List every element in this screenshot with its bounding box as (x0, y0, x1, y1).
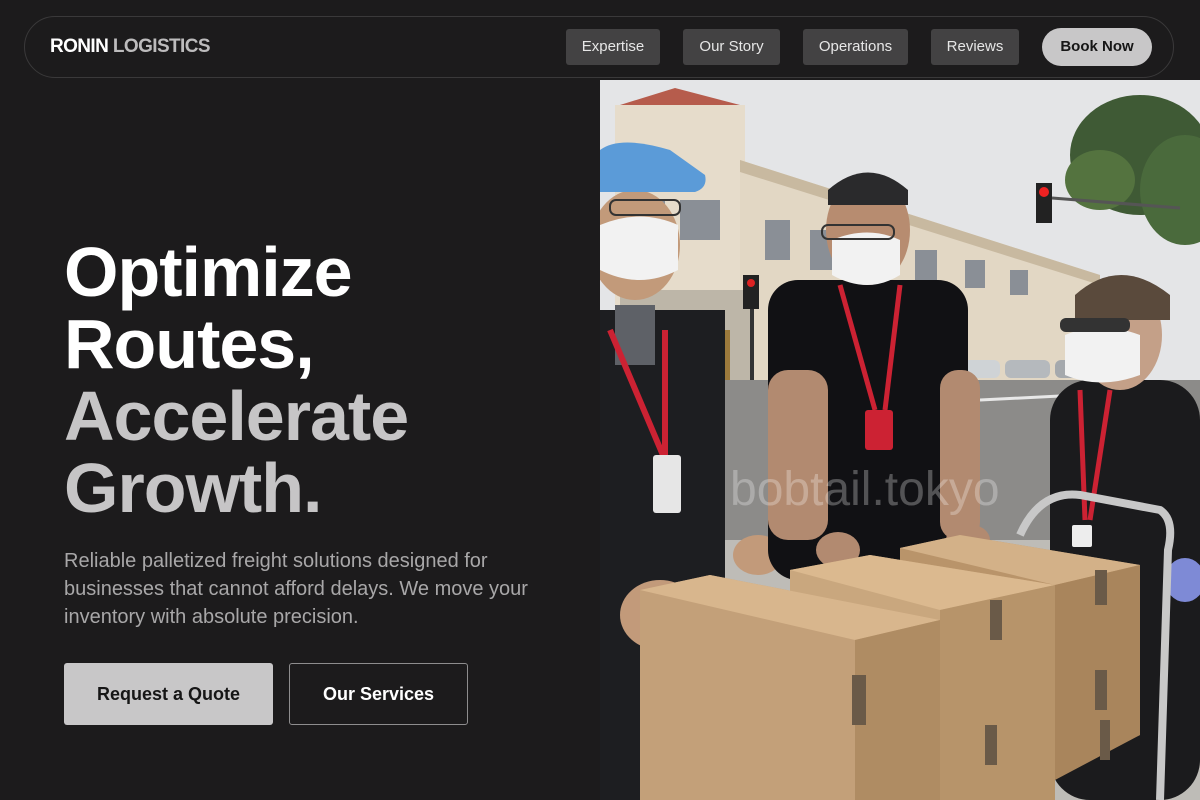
nav-item-our-story[interactable]: Our Story (683, 29, 780, 65)
headline-line-2: Routes, (64, 305, 315, 383)
landing-page: RONIN LOGISTICS Expertise Our Story Oper… (0, 0, 1200, 800)
headline-line-3: Accelerate (64, 377, 409, 455)
headline-line-4: Growth. (64, 449, 322, 527)
brand-name-primary: RONIN (50, 36, 109, 57)
top-navbar: RONIN LOGISTICS Expertise Our Story Oper… (24, 16, 1174, 78)
hero-subtitle: Reliable palletized freight solutions de… (64, 550, 528, 628)
headline-line-1: Optimize (64, 233, 353, 311)
book-now-button[interactable]: Book Now (1042, 28, 1152, 66)
nav-item-operations[interactable]: Operations (803, 29, 908, 65)
hero-photo: bobtail.tokyo (600, 80, 1200, 800)
our-services-button[interactable]: Our Services (289, 663, 468, 725)
request-quote-button[interactable]: Request a Quote (64, 663, 273, 725)
photo-watermark: bobtail.tokyo (730, 463, 1000, 516)
nav-item-reviews[interactable]: Reviews (931, 29, 1019, 65)
hero-headline: Optimize Routes, Accelerate Growth. (64, 233, 409, 527)
brand-logo[interactable]: RONIN LOGISTICS (50, 36, 211, 57)
hero-photo-illustration: bobtail.tokyo (600, 80, 1200, 800)
brand-name-secondary: LOGISTICS (112, 36, 211, 57)
nav-item-expertise[interactable]: Expertise (566, 29, 660, 65)
